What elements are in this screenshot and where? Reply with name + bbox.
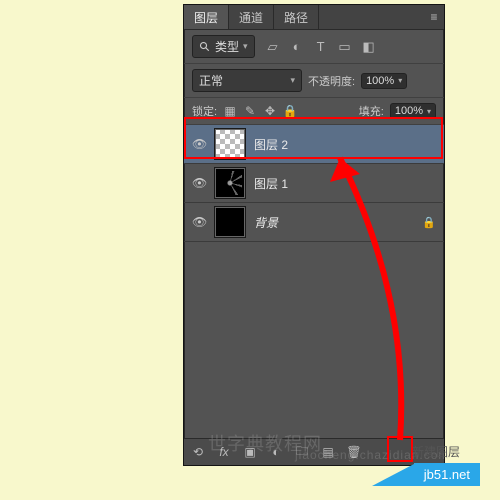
- fill-value: 100%: [395, 105, 423, 117]
- lock-icon: 🔒: [422, 216, 436, 229]
- layer-name[interactable]: 图层 1: [254, 175, 288, 192]
- lock-label: 锁定:: [192, 103, 217, 119]
- fill-label: 填充:: [359, 103, 384, 119]
- chevron-down-icon: ▾: [427, 107, 431, 116]
- layer-thumbnail[interactable]: [214, 167, 246, 199]
- layer-filter-select[interactable]: 类型 ▾: [192, 35, 255, 58]
- visibility-icon[interactable]: 👁: [192, 215, 206, 229]
- filter-adjust-icon[interactable]: ◐: [289, 39, 305, 55]
- opacity-label: 不透明度:: [308, 73, 355, 89]
- chevron-down-icon: ▾: [290, 75, 295, 86]
- lock-position-icon[interactable]: ✥: [263, 104, 277, 118]
- filter-type-icon[interactable]: T: [313, 39, 329, 55]
- lock-brush-icon[interactable]: ✎: [243, 104, 257, 118]
- opacity-value: 100%: [366, 75, 394, 87]
- opacity-field[interactable]: 100% ▾: [361, 73, 407, 89]
- layer-row[interactable]: 👁 图层 1: [184, 164, 444, 203]
- caption-text: 新建图层: [412, 443, 460, 460]
- link-layers-icon[interactable]: ⟲: [190, 444, 206, 460]
- search-icon: [199, 41, 211, 53]
- panel-tabs: 图层 通道 路径 ≡: [184, 5, 444, 30]
- chevron-down-icon: ▾: [243, 41, 248, 52]
- filter-image-icon[interactable]: ▱: [265, 39, 281, 55]
- tab-layers[interactable]: 图层: [184, 5, 229, 29]
- layer-list: 👁 图层 2 👁 图层 1 👁 背景 🔒: [184, 125, 444, 438]
- lock-all-icon[interactable]: 🔒: [283, 104, 297, 118]
- layer-name[interactable]: 背景: [254, 214, 278, 231]
- visibility-icon[interactable]: 👁: [192, 137, 206, 151]
- filter-row: 类型 ▾ ▱ ◐ T ▭ ◧: [184, 30, 444, 64]
- chevron-down-icon: ▾: [398, 76, 402, 85]
- tab-channels[interactable]: 通道: [229, 5, 274, 29]
- tab-paths[interactable]: 路径: [274, 5, 319, 29]
- blend-mode-value: 正常: [199, 72, 223, 89]
- layer-row[interactable]: 👁 背景 🔒: [184, 203, 444, 242]
- blend-mode-select[interactable]: 正常 ▾: [192, 69, 302, 92]
- filter-label: 类型: [215, 38, 239, 55]
- layer-row[interactable]: 👁 图层 2: [184, 125, 444, 164]
- panel-menu-icon[interactable]: ≡: [424, 5, 444, 29]
- lock-pixels-icon[interactable]: ▦: [223, 104, 237, 118]
- site-badge: jb51.net: [372, 463, 480, 486]
- layer-thumbnail[interactable]: [214, 206, 246, 238]
- filter-shape-icon[interactable]: ▭: [337, 39, 353, 55]
- visibility-icon[interactable]: 👁: [192, 176, 206, 190]
- layers-panel: 图层 通道 路径 ≡ 类型 ▾ ▱ ◐ T ▭ ◧ 正常 ▾ 不透明度: 100…: [183, 4, 445, 466]
- filter-smart-icon[interactable]: ◧: [361, 39, 377, 55]
- layer-name[interactable]: 图层 2: [254, 136, 288, 153]
- fill-field[interactable]: 100% ▾: [390, 103, 436, 119]
- layer-thumbnail[interactable]: [214, 128, 246, 160]
